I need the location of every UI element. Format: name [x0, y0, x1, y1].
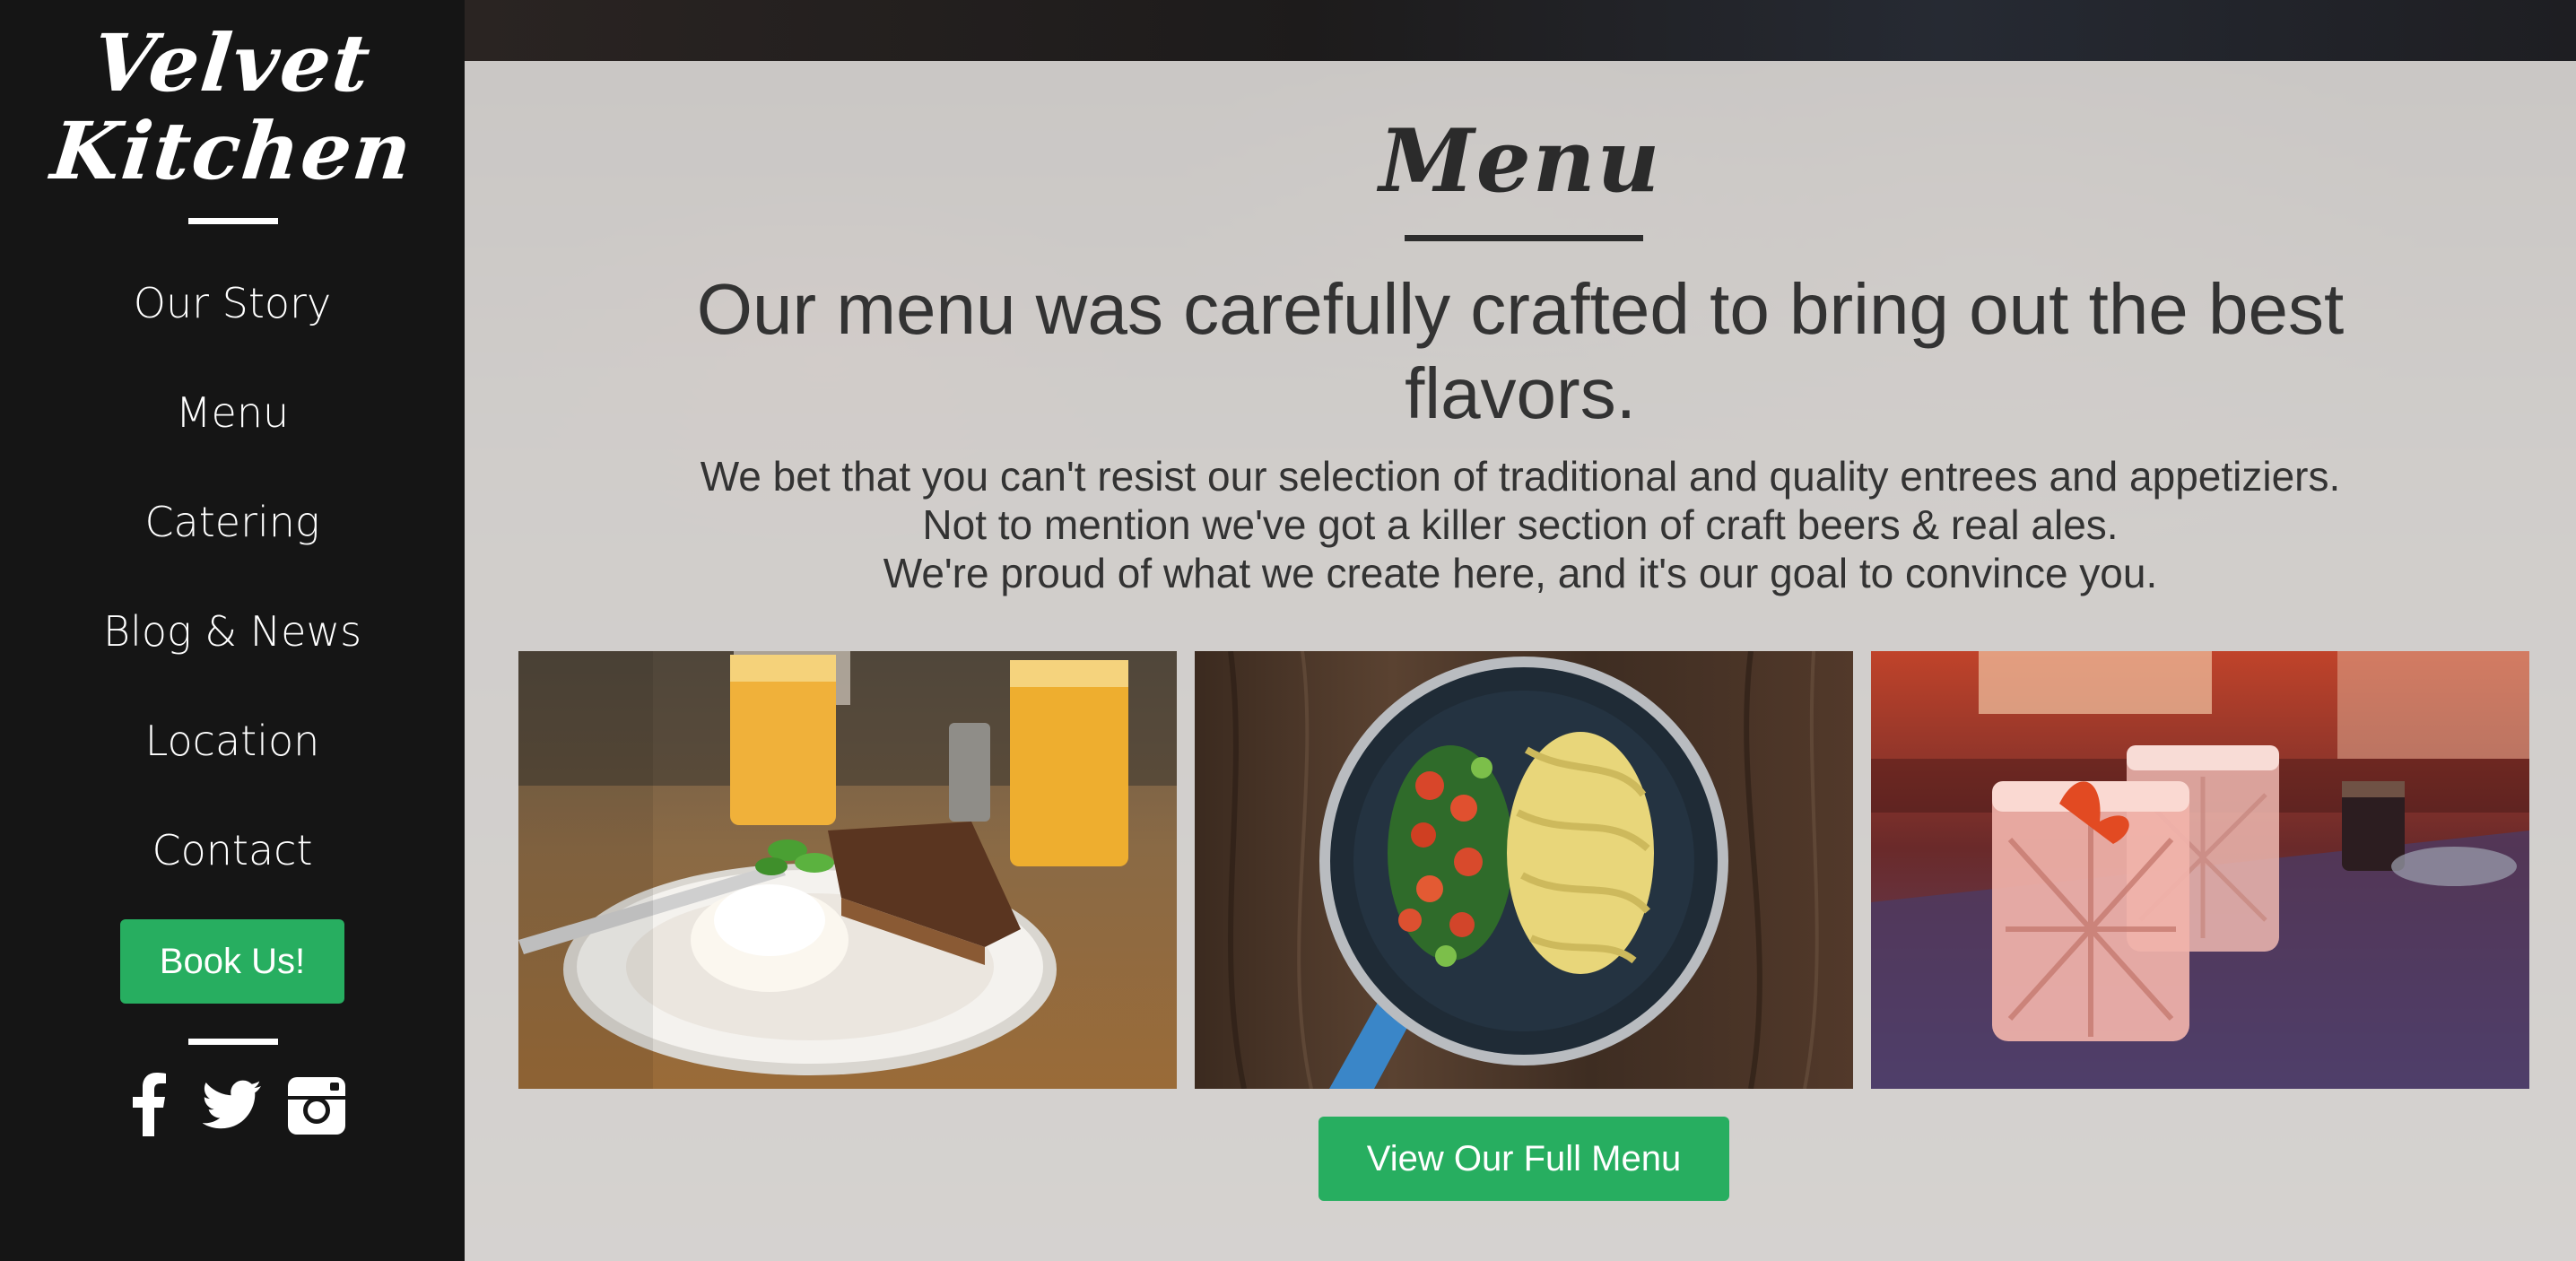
description-line-3: We're proud of what we create here, and … — [883, 550, 2158, 596]
twitter-icon[interactable] — [203, 1074, 262, 1138]
description-line-2: Not to mention we've got a killer sectio… — [922, 501, 2119, 548]
nav-menu[interactable]: Menu — [0, 377, 465, 448]
menu-headline: Our menu was carefully crafted to bring … — [696, 269, 2345, 433]
description-line-1: We bet that you can't resist our selecti… — [700, 453, 2341, 500]
brand-divider — [188, 218, 278, 224]
view-full-menu-button[interactable]: View Our Full Menu — [1318, 1117, 1729, 1201]
background-top-strip — [465, 0, 2576, 61]
facebook-icon[interactable] — [131, 1072, 167, 1136]
title-underline — [1405, 235, 1643, 241]
nav-catering[interactable]: Catering — [0, 486, 465, 558]
social-divider — [188, 1039, 278, 1045]
section-title: Menu — [1379, 110, 1662, 212]
book-us-button[interactable]: Book Us! — [120, 919, 344, 1004]
brand-name-line1[interactable]: Velvet — [0, 16, 469, 109]
pasta-pan-photo — [1195, 651, 1853, 1089]
brand-name-line2[interactable]: Kitchen — [0, 104, 469, 197]
cocktail-glasses-photo — [1871, 651, 2529, 1089]
nav-contact[interactable]: Contact — [0, 814, 465, 886]
instagram-icon[interactable] — [287, 1074, 346, 1138]
nav-blog-news[interactable]: Blog & News — [0, 596, 465, 667]
nav-our-story[interactable]: Our Story — [0, 267, 465, 339]
nav-location[interactable]: Location — [0, 705, 465, 777]
sidebar: Velvet Kitchen Our Story Menu Catering B… — [0, 0, 465, 1261]
dessert-plate-photo — [518, 651, 1177, 1089]
